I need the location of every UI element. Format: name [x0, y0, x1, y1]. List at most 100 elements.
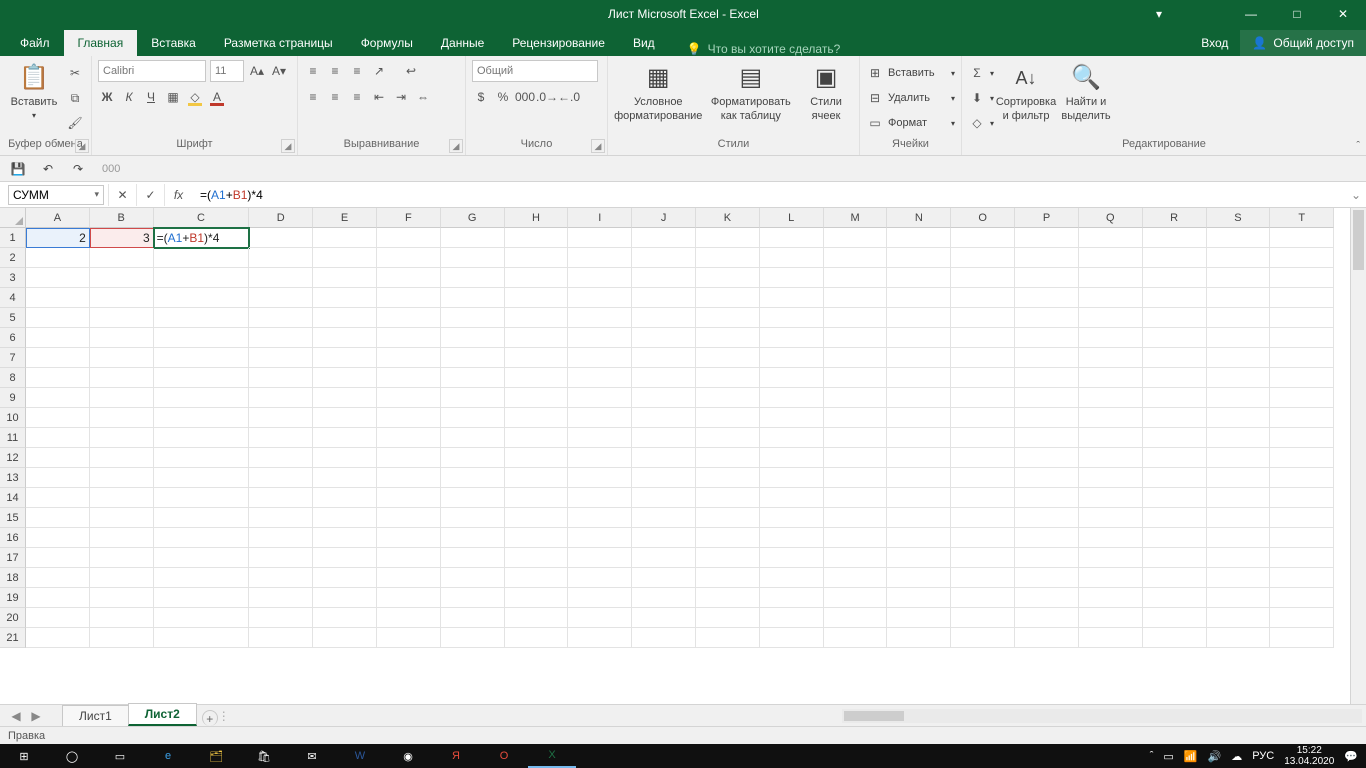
- cell-H14[interactable]: [505, 488, 569, 508]
- cell-I10[interactable]: [568, 408, 632, 428]
- cell-D17[interactable]: [249, 548, 313, 568]
- column-header-R[interactable]: R: [1143, 208, 1207, 228]
- cell-M12[interactable]: [824, 448, 888, 468]
- row-header-20[interactable]: 20: [0, 608, 26, 628]
- cell-A7[interactable]: [26, 348, 90, 368]
- cell-N7[interactable]: [887, 348, 951, 368]
- row-header-15[interactable]: 15: [0, 508, 26, 528]
- cell-S8[interactable]: [1207, 368, 1271, 388]
- cell-D2[interactable]: [249, 248, 313, 268]
- alignment-dialog-launcher[interactable]: ◢: [449, 139, 463, 153]
- cell-H6[interactable]: [505, 328, 569, 348]
- increase-decimal-icon[interactable]: .0→: [538, 88, 556, 106]
- cell-I7[interactable]: [568, 348, 632, 368]
- cell-E9[interactable]: [313, 388, 377, 408]
- cell-E21[interactable]: [313, 628, 377, 648]
- cell-M8[interactable]: [824, 368, 888, 388]
- cell-E16[interactable]: [313, 528, 377, 548]
- cell-M2[interactable]: [824, 248, 888, 268]
- cell-P2[interactable]: [1015, 248, 1079, 268]
- cell-Q7[interactable]: [1079, 348, 1143, 368]
- taskbar-app-explorer[interactable]: 🗂: [192, 744, 240, 768]
- cell-I12[interactable]: [568, 448, 632, 468]
- row-header-12[interactable]: 12: [0, 448, 26, 468]
- row-header-14[interactable]: 14: [0, 488, 26, 508]
- cell-J19[interactable]: [632, 588, 696, 608]
- ribbon-options-icon[interactable]: ▾: [1136, 0, 1182, 28]
- cell-A19[interactable]: [26, 588, 90, 608]
- cell-C2[interactable]: [154, 248, 250, 268]
- cell-E20[interactable]: [313, 608, 377, 628]
- cut-icon[interactable]: ✂: [66, 64, 84, 82]
- cell-C11[interactable]: [154, 428, 250, 448]
- cell-G13[interactable]: [441, 468, 505, 488]
- cell-F5[interactable]: [377, 308, 441, 328]
- minimize-button[interactable]: —: [1228, 0, 1274, 28]
- column-header-G[interactable]: G: [441, 208, 505, 228]
- number-format-combo[interactable]: [472, 60, 598, 82]
- cell-M13[interactable]: [824, 468, 888, 488]
- cell-F7[interactable]: [377, 348, 441, 368]
- cell-D6[interactable]: [249, 328, 313, 348]
- cell-H3[interactable]: [505, 268, 569, 288]
- cell-C1[interactable]: =(A1+B1)*4: [154, 228, 250, 248]
- cell-R13[interactable]: [1143, 468, 1207, 488]
- cell-L17[interactable]: [760, 548, 824, 568]
- cell-A8[interactable]: [26, 368, 90, 388]
- cell-F6[interactable]: [377, 328, 441, 348]
- cell-D11[interactable]: [249, 428, 313, 448]
- cell-I20[interactable]: [568, 608, 632, 628]
- cell-N12[interactable]: [887, 448, 951, 468]
- cell-P4[interactable]: [1015, 288, 1079, 308]
- cell-P1[interactable]: [1015, 228, 1079, 248]
- cell-N5[interactable]: [887, 308, 951, 328]
- cell-N6[interactable]: [887, 328, 951, 348]
- cell-L20[interactable]: [760, 608, 824, 628]
- cell-R20[interactable]: [1143, 608, 1207, 628]
- cell-J13[interactable]: [632, 468, 696, 488]
- bold-button[interactable]: Ж: [98, 88, 116, 106]
- cell-J15[interactable]: [632, 508, 696, 528]
- cell-H20[interactable]: [505, 608, 569, 628]
- cell-P10[interactable]: [1015, 408, 1079, 428]
- cell-C10[interactable]: [154, 408, 250, 428]
- cell-I9[interactable]: [568, 388, 632, 408]
- cell-D14[interactable]: [249, 488, 313, 508]
- cell-Q14[interactable]: [1079, 488, 1143, 508]
- column-header-L[interactable]: L: [760, 208, 824, 228]
- cell-E3[interactable]: [313, 268, 377, 288]
- cell-J20[interactable]: [632, 608, 696, 628]
- cell-G14[interactable]: [441, 488, 505, 508]
- cell-C6[interactable]: [154, 328, 250, 348]
- cell-P19[interactable]: [1015, 588, 1079, 608]
- cell-F12[interactable]: [377, 448, 441, 468]
- cell-R19[interactable]: [1143, 588, 1207, 608]
- cell-C15[interactable]: [154, 508, 250, 528]
- tray-onedrive-icon[interactable]: ☁: [1231, 750, 1242, 763]
- cell-S5[interactable]: [1207, 308, 1271, 328]
- cell-B3[interactable]: [90, 268, 154, 288]
- cell-B9[interactable]: [90, 388, 154, 408]
- cell-T17[interactable]: [1270, 548, 1334, 568]
- column-header-S[interactable]: S: [1207, 208, 1271, 228]
- cell-S9[interactable]: [1207, 388, 1271, 408]
- cell-G17[interactable]: [441, 548, 505, 568]
- cell-R11[interactable]: [1143, 428, 1207, 448]
- cell-O17[interactable]: [951, 548, 1015, 568]
- column-header-J[interactable]: J: [632, 208, 696, 228]
- cell-R14[interactable]: [1143, 488, 1207, 508]
- row-header-8[interactable]: 8: [0, 368, 26, 388]
- cell-B21[interactable]: [90, 628, 154, 648]
- cell-T16[interactable]: [1270, 528, 1334, 548]
- column-header-M[interactable]: M: [824, 208, 888, 228]
- cell-H1[interactable]: [505, 228, 569, 248]
- cell-B12[interactable]: [90, 448, 154, 468]
- cell-N16[interactable]: [887, 528, 951, 548]
- cell-S10[interactable]: [1207, 408, 1271, 428]
- cell-F9[interactable]: [377, 388, 441, 408]
- cell-L16[interactable]: [760, 528, 824, 548]
- cell-Q1[interactable]: [1079, 228, 1143, 248]
- cell-C18[interactable]: [154, 568, 250, 588]
- format-as-table-button[interactable]: ▤ Форматировать как таблицу: [707, 60, 796, 122]
- cell-K9[interactable]: [696, 388, 760, 408]
